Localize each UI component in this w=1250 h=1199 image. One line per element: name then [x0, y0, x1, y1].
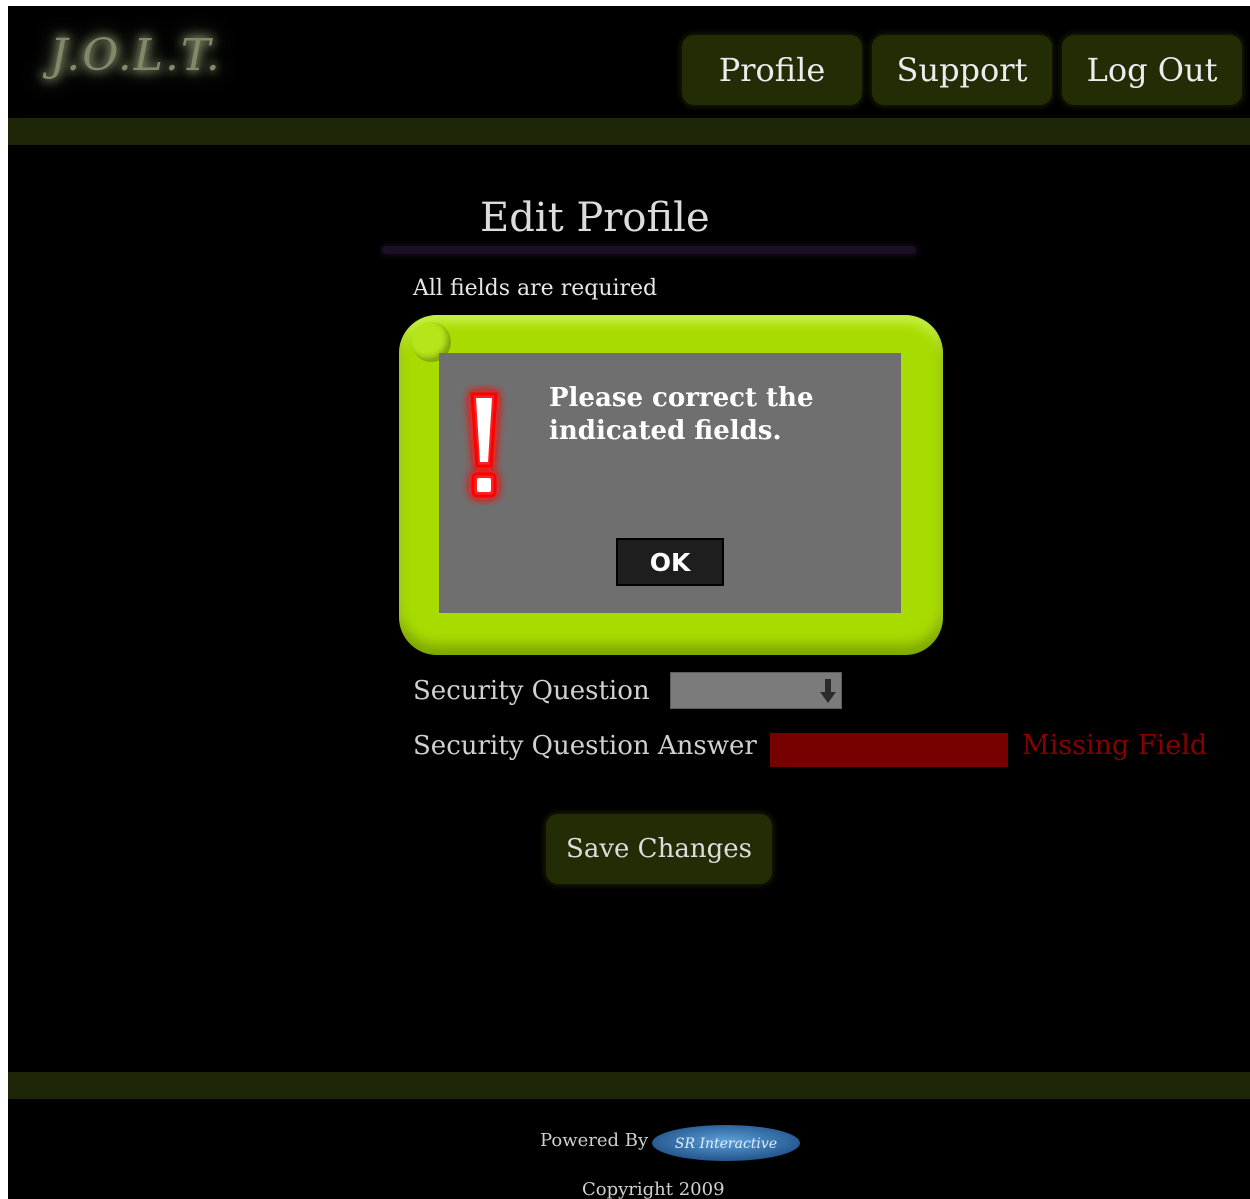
ok-button[interactable]: OK [616, 538, 724, 586]
missing-field-error: Missing Field [1022, 730, 1208, 761]
logout-button[interactable]: Log Out [1062, 35, 1242, 105]
jolt-logo[interactable]: J.O.L.T. [50, 30, 222, 81]
page-title: Edit Profile [480, 195, 710, 241]
dialog-message: Please correct the indicated fields. [549, 383, 814, 446]
security-question-label: Security Question [413, 676, 650, 706]
footer-divider-bar [8, 1072, 1250, 1099]
title-underline [382, 246, 916, 254]
security-answer-label: Security Question Answer [413, 731, 757, 761]
header-divider-bar [8, 118, 1250, 145]
save-changes-button[interactable]: Save Changes [546, 814, 772, 884]
exclamation-icon [470, 392, 498, 498]
arrow-down-icon [820, 679, 836, 703]
partner-logo-text: SR Interactive [675, 1136, 777, 1152]
profile-button[interactable]: Profile [682, 35, 862, 105]
app-frame: J.O.L.T. Profile Support Log Out Edit Pr… [8, 6, 1250, 1199]
security-answer-input[interactable] [770, 733, 1008, 767]
security-question-select[interactable] [670, 672, 842, 709]
copyright-text: Copyright 2009 [582, 1179, 725, 1199]
powered-by-text: Powered By [540, 1130, 649, 1151]
support-button[interactable]: Support [872, 35, 1052, 105]
partner-logo[interactable]: SR Interactive [651, 1123, 801, 1163]
required-fields-note: All fields are required [413, 276, 658, 301]
